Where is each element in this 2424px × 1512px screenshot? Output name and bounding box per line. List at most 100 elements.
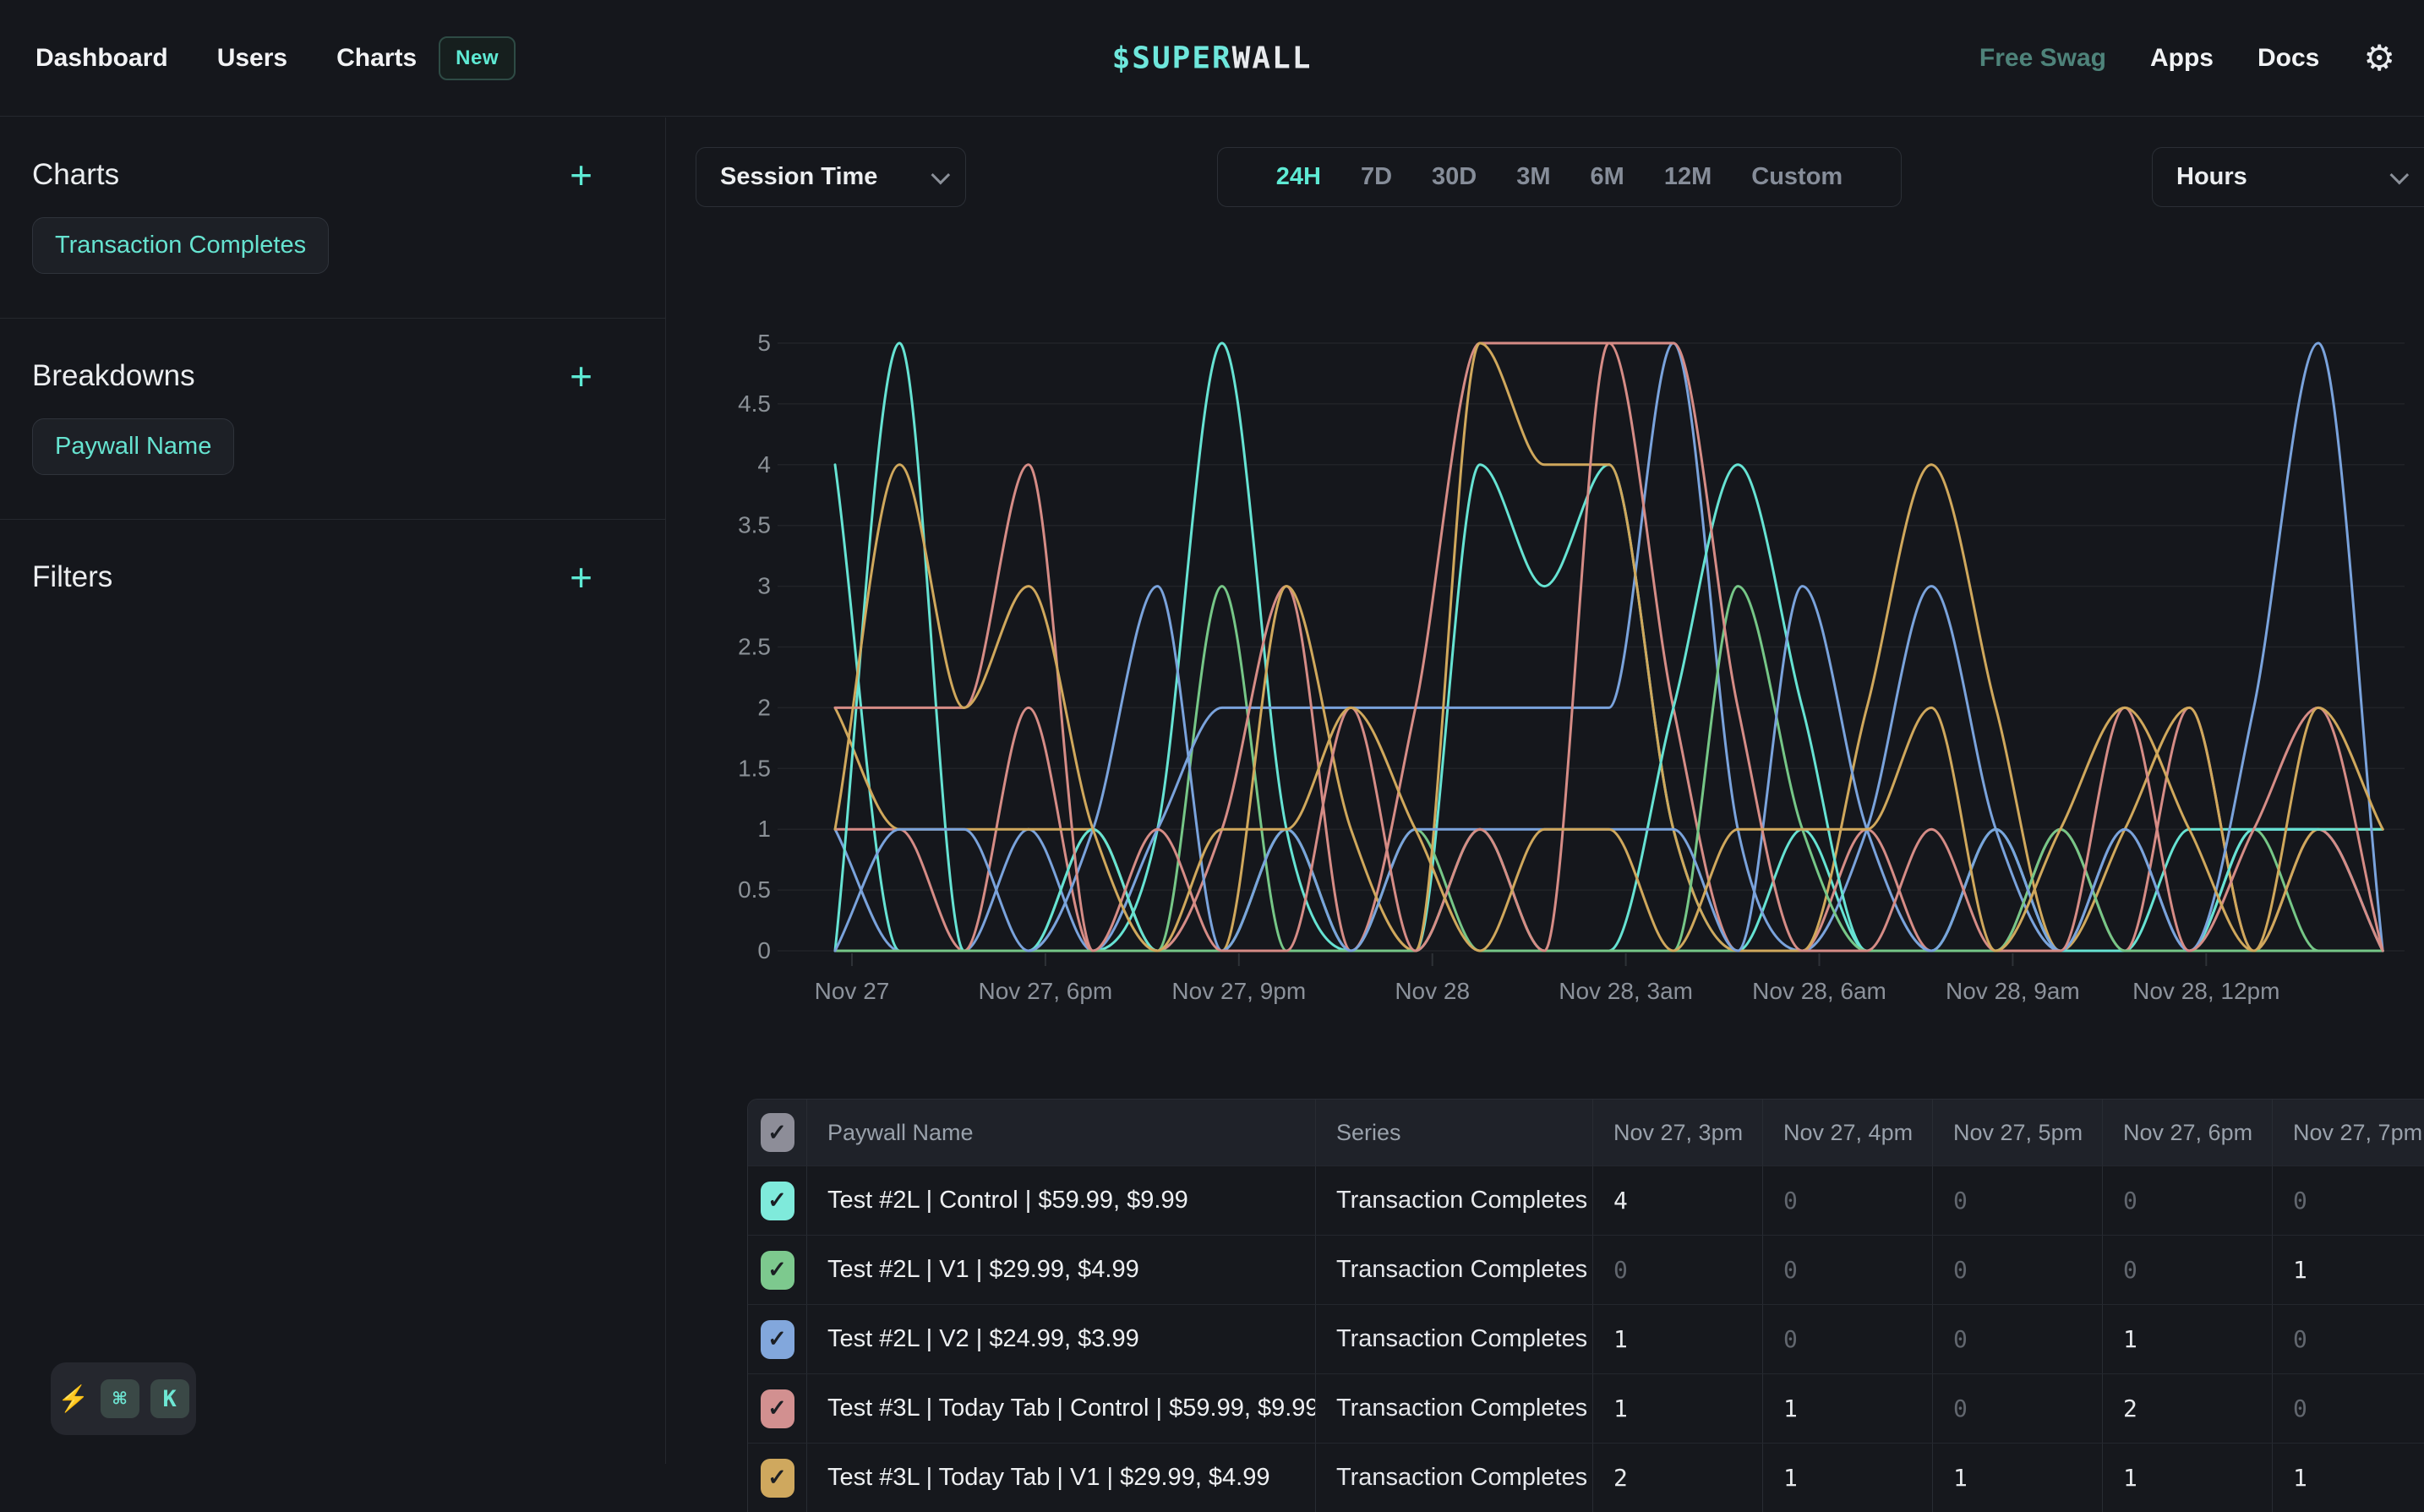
range-tab-6m[interactable]: 6M (1591, 163, 1624, 191)
table-row: ✓Test #2L | V2 | $24.99, $3.99Transactio… (748, 1304, 2424, 1373)
column-header: Series (1316, 1100, 1593, 1165)
x-axis-label: Nov 28, 9am (1946, 978, 2080, 1004)
sidebar-charts-header: Charts + (32, 158, 633, 192)
table-row: ✓Test #2L | V1 | $29.99, $4.99Transactio… (748, 1235, 2424, 1304)
x-axis-label: Nov 28, 6am (1752, 978, 1886, 1004)
range-tab-custom[interactable]: Custom (1751, 163, 1843, 191)
add-chart-button[interactable]: + (570, 160, 633, 190)
value-cell: 0 (2103, 1236, 2273, 1304)
nav-item-docs[interactable]: Docs (2257, 44, 2319, 73)
table-header-row: ✓Paywall NameSeriesNov 27, 3pmNov 27, 4p… (748, 1100, 2424, 1165)
nav-right-group: Free Swag Apps Docs ⚙ (1979, 41, 2424, 76)
series-cell: Transaction Completes (1316, 1166, 1593, 1235)
nav-left-group: Dashboard Users Charts New (0, 36, 516, 80)
table-row: ✓ Test #2L | Control | $59.99, $9.99Trans… (748, 1165, 2424, 1235)
breakdown-pill-paywall-name[interactable]: Paywall Name (32, 418, 234, 475)
value-cell: 2 (2103, 1374, 2273, 1443)
row-checkbox-cell: ✓ (748, 1166, 807, 1235)
value-cell: 0 (2273, 1374, 2424, 1443)
value-cell: 0 (1593, 1236, 1763, 1304)
superwall-logo: $SUPERWALL (1112, 41, 1313, 75)
range-tab-12m[interactable]: 12M (1664, 163, 1712, 191)
value-cell: 1 (1593, 1374, 1763, 1443)
unit-select-dropdown[interactable]: Hours (2152, 147, 2424, 207)
series-cell: Transaction Completes (1316, 1444, 1593, 1512)
chevron-down-icon (2390, 165, 2410, 184)
nav-item-dashboard[interactable]: Dashboard (35, 44, 168, 73)
x-axis-label: Nov 27, 6pm (979, 978, 1113, 1004)
metric-select-dropdown[interactable]: Session Time (696, 147, 966, 207)
value-cell: 1 (2103, 1305, 2273, 1373)
row-checkbox[interactable]: ✓ (761, 1182, 794, 1220)
y-axis-label: 3 (757, 573, 771, 599)
value-cell: 0 (1933, 1305, 2103, 1373)
paywall-name-cell: Test #2L | Control | $59.99, $9.99 (807, 1166, 1316, 1235)
value-cell: 1 (1593, 1305, 1763, 1373)
y-axis-label: 4 (757, 451, 771, 478)
sidebar: Charts + Transaction Completes Breakdown… (0, 117, 666, 1464)
value-cell: 1 (1933, 1444, 2103, 1512)
select-all-checkbox[interactable]: ✓ (761, 1113, 794, 1152)
paywall-name-cell: Test #3L | Today Tab | V1 | $29.99, $4.9… (807, 1444, 1316, 1512)
row-checkbox[interactable]: ✓ (761, 1459, 794, 1498)
superwall-dashboard: Dashboard Users Charts New $SUPERWALL Fr… (0, 0, 2424, 1464)
paywall-name-cell: Test #2L | V1 | $29.99, $4.99 (807, 1236, 1316, 1304)
line-chart: 00.511.522.533.544.55Nov 27Nov 27, 6pmNo… (693, 304, 2424, 1023)
nav-item-charts[interactable]: Charts (336, 44, 417, 73)
add-breakdown-button[interactable]: + (570, 361, 633, 391)
row-checkbox-cell: ✓ (748, 1236, 807, 1304)
nav-item-free-swag[interactable]: Free Swag (1979, 44, 2106, 73)
top-nav: Dashboard Users Charts New $SUPERWALL Fr… (0, 0, 2424, 117)
command-key-icon: ⌘ (101, 1379, 139, 1418)
value-cell: 0 (1933, 1166, 2103, 1235)
column-header: Nov 27, 4pm (1763, 1100, 1933, 1165)
row-checkbox[interactable]: ✓ (761, 1251, 794, 1290)
gear-icon[interactable]: ⚙ (2363, 41, 2395, 76)
value-cell: 0 (1933, 1374, 2103, 1443)
range-tab-7d[interactable]: 7D (1361, 163, 1392, 191)
row-checkbox-cell: ✓ (748, 1374, 807, 1443)
row-checkbox[interactable]: ✓ (761, 1389, 794, 1428)
nav-item-apps[interactable]: Apps (2150, 44, 2214, 73)
sidebar-breakdowns-header: Breakdowns + (32, 359, 633, 393)
value-cell: 0 (1763, 1166, 1933, 1235)
k-key-icon: K (150, 1379, 189, 1418)
table-row: ✓Test #3L | Today Tab | Control | $59.99… (748, 1373, 2424, 1443)
y-axis-label: 1.5 (738, 755, 771, 781)
range-tab-30d[interactable]: 30D (1432, 163, 1477, 191)
value-cell: 0 (2273, 1166, 2424, 1235)
range-tab-24h[interactable]: 24H (1276, 163, 1321, 191)
sidebar-section-breakdowns: Breakdowns + Paywall Name (0, 319, 665, 520)
chart-pill-transaction-completes[interactable]: Transaction Completes (32, 217, 329, 274)
command-palette-shortcut[interactable]: ⚡ ⌘ K (51, 1362, 196, 1435)
value-cell: 1 (2273, 1236, 2424, 1304)
column-header: Nov 27, 6pm (2103, 1100, 2273, 1165)
range-tab-3m[interactable]: 3M (1516, 163, 1550, 191)
value-cell: 0 (2273, 1305, 2424, 1373)
row-checkbox-cell: ✓ (748, 1305, 807, 1373)
value-cell: 0 (1933, 1236, 2103, 1304)
sidebar-filters-title: Filters (32, 560, 112, 594)
x-axis-label: Nov 27 (815, 978, 890, 1004)
series-cell: Transaction Completes (1316, 1374, 1593, 1443)
add-filter-button[interactable]: + (570, 562, 633, 592)
value-cell: 0 (2103, 1166, 2273, 1235)
y-axis-label: 0.5 (738, 876, 771, 903)
lightning-bolt-icon: ⚡ (57, 1384, 89, 1414)
row-checkbox-cell: ✓ (748, 1444, 807, 1512)
breakdown-table: ✓Paywall NameSeriesNov 27, 3pmNov 27, 4p… (747, 1099, 2424, 1512)
column-header: Nov 27, 7pm (2273, 1100, 2424, 1165)
x-axis-label: Nov 28 (1395, 978, 1470, 1004)
select-all-cell: ✓ (748, 1100, 807, 1165)
logo-accent-text: $SUPER (1112, 41, 1232, 75)
y-axis-label: 2 (757, 694, 771, 720)
value-cell: 0 (1763, 1236, 1933, 1304)
x-axis-label: Nov 28, 12pm (2132, 978, 2279, 1004)
nav-item-users[interactable]: Users (217, 44, 287, 73)
sidebar-charts-title: Charts (32, 158, 119, 192)
sidebar-section-filters: Filters + (0, 520, 665, 638)
x-axis-label: Nov 28, 3am (1559, 978, 1693, 1004)
value-cell: 1 (1763, 1374, 1933, 1443)
row-checkbox[interactable]: ✓ (761, 1320, 794, 1359)
value-cell: 1 (1763, 1444, 1933, 1512)
